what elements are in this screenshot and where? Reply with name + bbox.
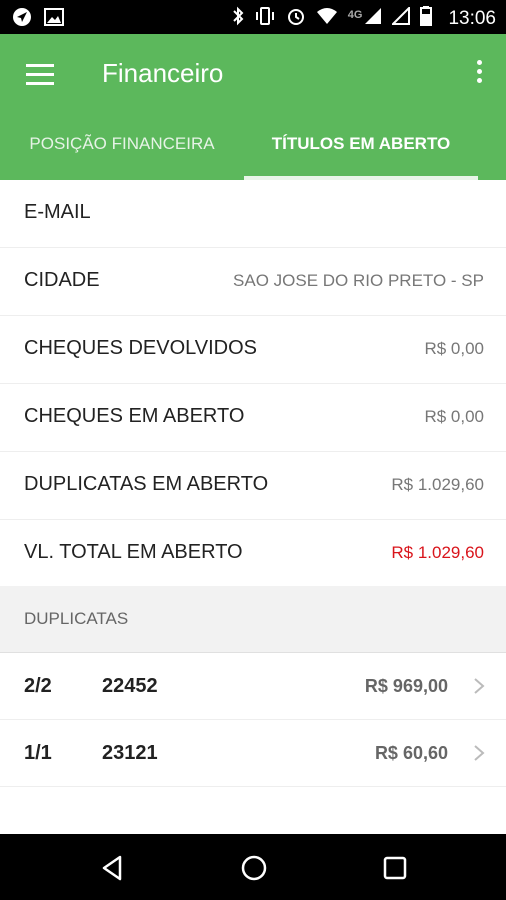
navigation-icon: [12, 7, 32, 32]
vibrate-icon: [254, 6, 276, 31]
signal-icon: [391, 5, 411, 30]
info-label: DUPLICATAS EM ABERTO: [24, 473, 269, 495]
section-header: DUPLICATAS: [0, 586, 506, 653]
network-type-label: 4G: [347, 8, 363, 21]
home-icon[interactable]: [239, 853, 269, 883]
alarm-icon: [286, 6, 306, 31]
status-bar: 4G 13:06: [0, 0, 506, 34]
info-value: R$ 0,00: [424, 407, 484, 426]
amount: R$ 60,60: [374, 743, 448, 763]
info-label: VL. TOTAL EM ABERTO: [24, 541, 243, 563]
more-vert-icon[interactable]: [474, 60, 484, 90]
info-row-cidade: CIDADE SAO JOSE DO RIO PRETO - SP: [0, 248, 506, 316]
wifi-icon: [316, 7, 338, 30]
signal-icon: [364, 7, 382, 30]
info-value: SAO JOSE DO RIO PRETO - SP: [233, 271, 484, 290]
chevron-right-icon: [474, 678, 485, 694]
info-label: CHEQUES EM ABERTO: [24, 405, 245, 427]
info-row-total-em-aberto: VL. TOTAL EM ABERTO R$ 1.029,60: [0, 520, 506, 588]
list-item[interactable]: 1/1 23121 R$ 60,60: [0, 720, 506, 787]
amount: R$ 969,00: [364, 676, 448, 696]
chevron-right-icon: [474, 745, 485, 761]
info-row-email: E-MAIL: [0, 180, 506, 248]
battery-icon: [420, 6, 433, 31]
info-label: CHEQUES DEVOLVIDOS: [24, 337, 258, 359]
info-label: E-MAIL: [24, 201, 91, 223]
navigation-bar: [0, 834, 506, 900]
hamburger-icon[interactable]: [26, 64, 54, 86]
parcela: 2/2: [24, 675, 52, 697]
document-number: 22452: [102, 675, 158, 697]
info-row-cheques-em-aberto: CHEQUES EM ABERTO R$ 0,00: [0, 384, 506, 452]
parcela: 1/1: [24, 742, 52, 764]
recents-icon[interactable]: [380, 853, 410, 883]
info-value: R$ 0,00: [424, 339, 484, 358]
tab-posicao-financeira[interactable]: POSIÇÃO FINANCEIRA: [0, 124, 244, 180]
total-value: R$ 1.029,60: [391, 543, 484, 562]
document-number: 23121: [102, 742, 158, 764]
list-item[interactable]: 2/2 22452 R$ 969,00: [0, 653, 506, 720]
section-title: DUPLICATAS: [24, 609, 129, 628]
info-row-cheques-devolvidos: CHEQUES DEVOLVIDOS R$ 0,00: [0, 316, 506, 384]
app-bar: Financeiro POSIÇÃO FINANCEIRA TÍTULOS EM…: [0, 34, 506, 180]
info-list: E-MAIL CIDADE SAO JOSE DO RIO PRETO - SP…: [0, 180, 506, 588]
back-icon[interactable]: [98, 853, 128, 883]
info-value: R$ 1.029,60: [391, 475, 484, 494]
image-icon: [44, 8, 64, 31]
bluetooth-icon: [232, 6, 244, 31]
info-row-duplicatas-em-aberto: DUPLICATAS EM ABERTO R$ 1.029,60: [0, 452, 506, 520]
page-title: Financeiro: [102, 58, 224, 88]
info-label: CIDADE: [24, 269, 100, 291]
tab-bar: POSIÇÃO FINANCEIRA TÍTULOS EM ABERTO: [0, 124, 506, 180]
tab-titulos-em-aberto[interactable]: TÍTULOS EM ABERTO: [244, 124, 478, 180]
clock: 13:06: [448, 7, 496, 29]
